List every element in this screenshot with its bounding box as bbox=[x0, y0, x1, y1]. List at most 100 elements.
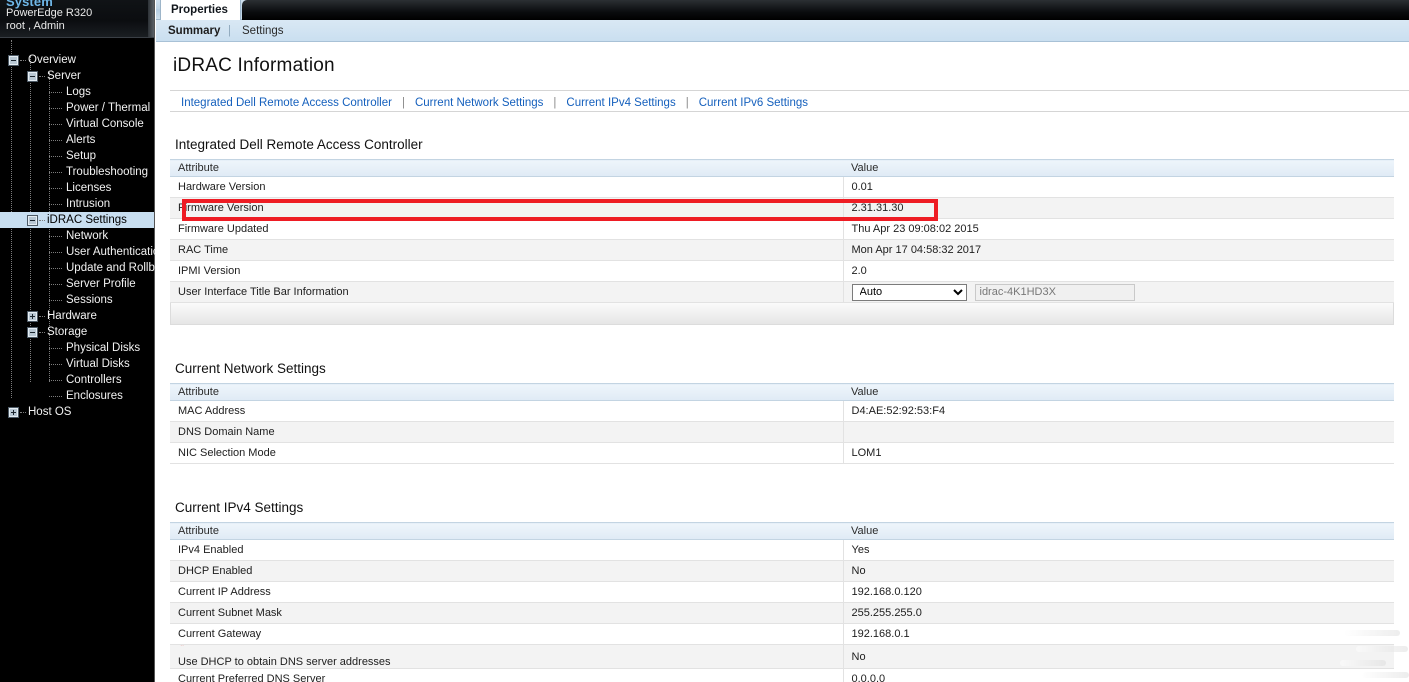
sidebar-item-user-authentication[interactable]: User Authentication bbox=[0, 244, 166, 260]
sidebar-item-label: Server Profile bbox=[66, 278, 136, 290]
cell-attribute: User Interface Title Bar Information bbox=[170, 281, 844, 303]
sidebar-item-intrusion[interactable]: Intrusion bbox=[0, 196, 154, 212]
table-row: IPMI Version 2.0 bbox=[170, 260, 1394, 282]
table-footer-bar bbox=[170, 303, 1394, 325]
sidebar-item-physical-disks[interactable]: Physical Disks bbox=[0, 340, 154, 356]
column-header-value: Value bbox=[843, 522, 1394, 540]
page-title: iDRAC Information bbox=[173, 55, 335, 76]
anchor-link-3[interactable]: Current IPv4 Settings bbox=[566, 97, 675, 109]
title-bar-text-input[interactable] bbox=[974, 283, 1135, 301]
table-row: RAC Time Mon Apr 17 04:58:32 2017 bbox=[170, 239, 1394, 261]
tree-branch-tick bbox=[39, 76, 45, 77]
sidebar-item-server-profile[interactable]: Server Profile bbox=[0, 276, 154, 292]
sidebar-item-server[interactable]: Server bbox=[0, 68, 154, 84]
sidebar-item-label: Setup bbox=[66, 150, 97, 162]
sidebar-item-setup[interactable]: Setup bbox=[0, 148, 154, 164]
sidebar-item-hardware[interactable]: Hardware bbox=[0, 308, 154, 324]
table-row: Hardware Version 0.01 bbox=[170, 176, 1394, 198]
cell-attribute: DNS Domain Name bbox=[170, 421, 844, 443]
anchor-link-4[interactable]: Current IPv6 Settings bbox=[699, 97, 808, 109]
sidebar-item-host-os[interactable]: Host OS bbox=[0, 404, 154, 420]
section-network: Current Network Settings Attribute Value MA… bbox=[170, 361, 1409, 464]
table-row: IPv4 Enabled Yes bbox=[170, 539, 1394, 561]
cell-attribute-label: Use DHCP to obtain DNS server addresses bbox=[178, 656, 391, 668]
cell-value bbox=[843, 421, 1394, 443]
sidebar-item-label: User Authentication bbox=[66, 246, 166, 258]
sidebar-item-licenses[interactable]: Licenses bbox=[0, 180, 154, 196]
tab-settings[interactable]: Settings bbox=[242, 20, 284, 42]
cell-attribute: Current IP Address bbox=[170, 581, 844, 603]
cell-value: No bbox=[843, 560, 1394, 582]
tree-branch-tick bbox=[49, 380, 62, 381]
tree-expand-icon[interactable] bbox=[27, 311, 38, 322]
sidebar-item-idrac-settings[interactable]: iDRAC Settings bbox=[0, 212, 154, 228]
cell-attribute: Hardware Version bbox=[170, 176, 844, 198]
sidebar-item-label: Server bbox=[47, 70, 81, 82]
tree-branch-tick bbox=[49, 364, 62, 365]
tree-branch-tick bbox=[49, 396, 62, 397]
cell-attribute: Current Preferred DNS Server bbox=[170, 668, 844, 682]
sidebar-item-label: Virtual Console bbox=[66, 118, 144, 130]
table-row: * Use DHCP to obtain DNS server addresses… bbox=[170, 644, 1394, 669]
sidebar-item-virtual-console[interactable]: Virtual Console bbox=[0, 116, 154, 132]
tree-branch-tick bbox=[49, 108, 62, 109]
sidebar-item-storage[interactable]: Storage bbox=[0, 324, 154, 340]
table-row: Firmware Updated Thu Apr 23 09:08:02 2015 bbox=[170, 218, 1394, 240]
anchor-separator: | bbox=[685, 97, 689, 109]
tree-branch-tick bbox=[49, 172, 62, 173]
sidebar-item-controllers[interactable]: Controllers bbox=[0, 372, 154, 388]
sidebar-item-label: Controllers bbox=[66, 374, 122, 386]
tree-collapse-icon[interactable] bbox=[27, 215, 38, 226]
sidebar-item-overview[interactable]: Overview bbox=[0, 52, 154, 68]
sidebar-item-power-thermal[interactable]: Power / Thermal bbox=[0, 100, 154, 116]
sidebar-item-logs[interactable]: Logs bbox=[0, 84, 154, 100]
tree-branch-tick bbox=[49, 348, 62, 349]
sidebar-item-alerts[interactable]: Alerts bbox=[0, 132, 154, 148]
column-header-value: Value bbox=[843, 383, 1394, 401]
table-row: Current Subnet Mask 255.255.255.0 bbox=[170, 602, 1394, 624]
tree-collapse-icon[interactable] bbox=[27, 71, 38, 82]
anchor-separator: | bbox=[401, 97, 405, 109]
sidebar-item-label: Power / Thermal bbox=[66, 102, 151, 114]
sidebar-item-enclosures[interactable]: Enclosures bbox=[0, 388, 154, 404]
cell-attribute: IPv4 Enabled bbox=[170, 539, 844, 561]
table-row: NIC Selection Mode LOM1 bbox=[170, 442, 1394, 464]
sidebar-item-sessions[interactable]: Sessions bbox=[0, 292, 154, 308]
cell-value: 192.168.0.120 bbox=[843, 581, 1394, 603]
tree-expand-icon[interactable] bbox=[8, 407, 19, 418]
tree-branch-tick bbox=[49, 252, 62, 253]
sidebar-scrollbar[interactable] bbox=[148, 0, 154, 37]
sidebar-item-update-and-rollback[interactable]: Update and Rollback bbox=[0, 260, 173, 276]
table-row: Current IP Address 192.168.0.120 bbox=[170, 581, 1394, 603]
sidebar-item-label: Hardware bbox=[47, 310, 97, 322]
column-header-attribute: Attribute bbox=[170, 522, 843, 540]
sidebar-item-label: Sessions bbox=[66, 294, 113, 306]
sidebar-item-troubleshooting[interactable]: Troubleshooting bbox=[0, 164, 154, 180]
cell-value: No bbox=[843, 644, 1394, 669]
title-bar-mode-select[interactable]: Auto bbox=[851, 283, 967, 301]
cell-attribute: Current Subnet Mask bbox=[170, 602, 844, 624]
column-header-value: Value bbox=[843, 159, 1394, 177]
cell-value: LOM1 bbox=[843, 442, 1394, 464]
tree-collapse-icon[interactable] bbox=[27, 327, 38, 338]
anchor-link-1[interactable]: Integrated Dell Remote Access Controller bbox=[181, 97, 392, 109]
tab-properties[interactable]: Properties bbox=[160, 0, 241, 20]
tree-branch-tick bbox=[49, 92, 62, 93]
tree-branch-tick bbox=[49, 204, 62, 205]
anchor-link-2[interactable]: Current Network Settings bbox=[415, 97, 543, 109]
attribute-value-table: Attribute Value Hardware Version 0.01 Firmwa… bbox=[170, 159, 1394, 303]
tab-summary[interactable]: Summary bbox=[168, 20, 220, 42]
sidebar-item-label: Storage bbox=[47, 326, 88, 338]
sidebar-item-label: Enclosures bbox=[66, 390, 123, 402]
tree-collapse-icon[interactable] bbox=[8, 55, 19, 66]
sidebar-item-virtual-disks[interactable]: Virtual Disks bbox=[0, 356, 154, 372]
sub-tab-bar: Summary | Settings bbox=[156, 20, 1409, 42]
content-pane: Properties Summary | Settings iDRAC Info… bbox=[156, 0, 1409, 682]
table-row: Current Preferred DNS Server 0.0.0.0 bbox=[170, 668, 1394, 682]
server-model-label: PowerEdge R320 bbox=[6, 7, 93, 19]
attribute-value-table: Attribute Value MAC Address D4:AE:52:92:53:… bbox=[170, 383, 1394, 464]
tree-branch-tick bbox=[49, 188, 62, 189]
tree-branch-tick bbox=[49, 268, 62, 269]
sidebar-item-network[interactable]: Network bbox=[0, 228, 154, 244]
